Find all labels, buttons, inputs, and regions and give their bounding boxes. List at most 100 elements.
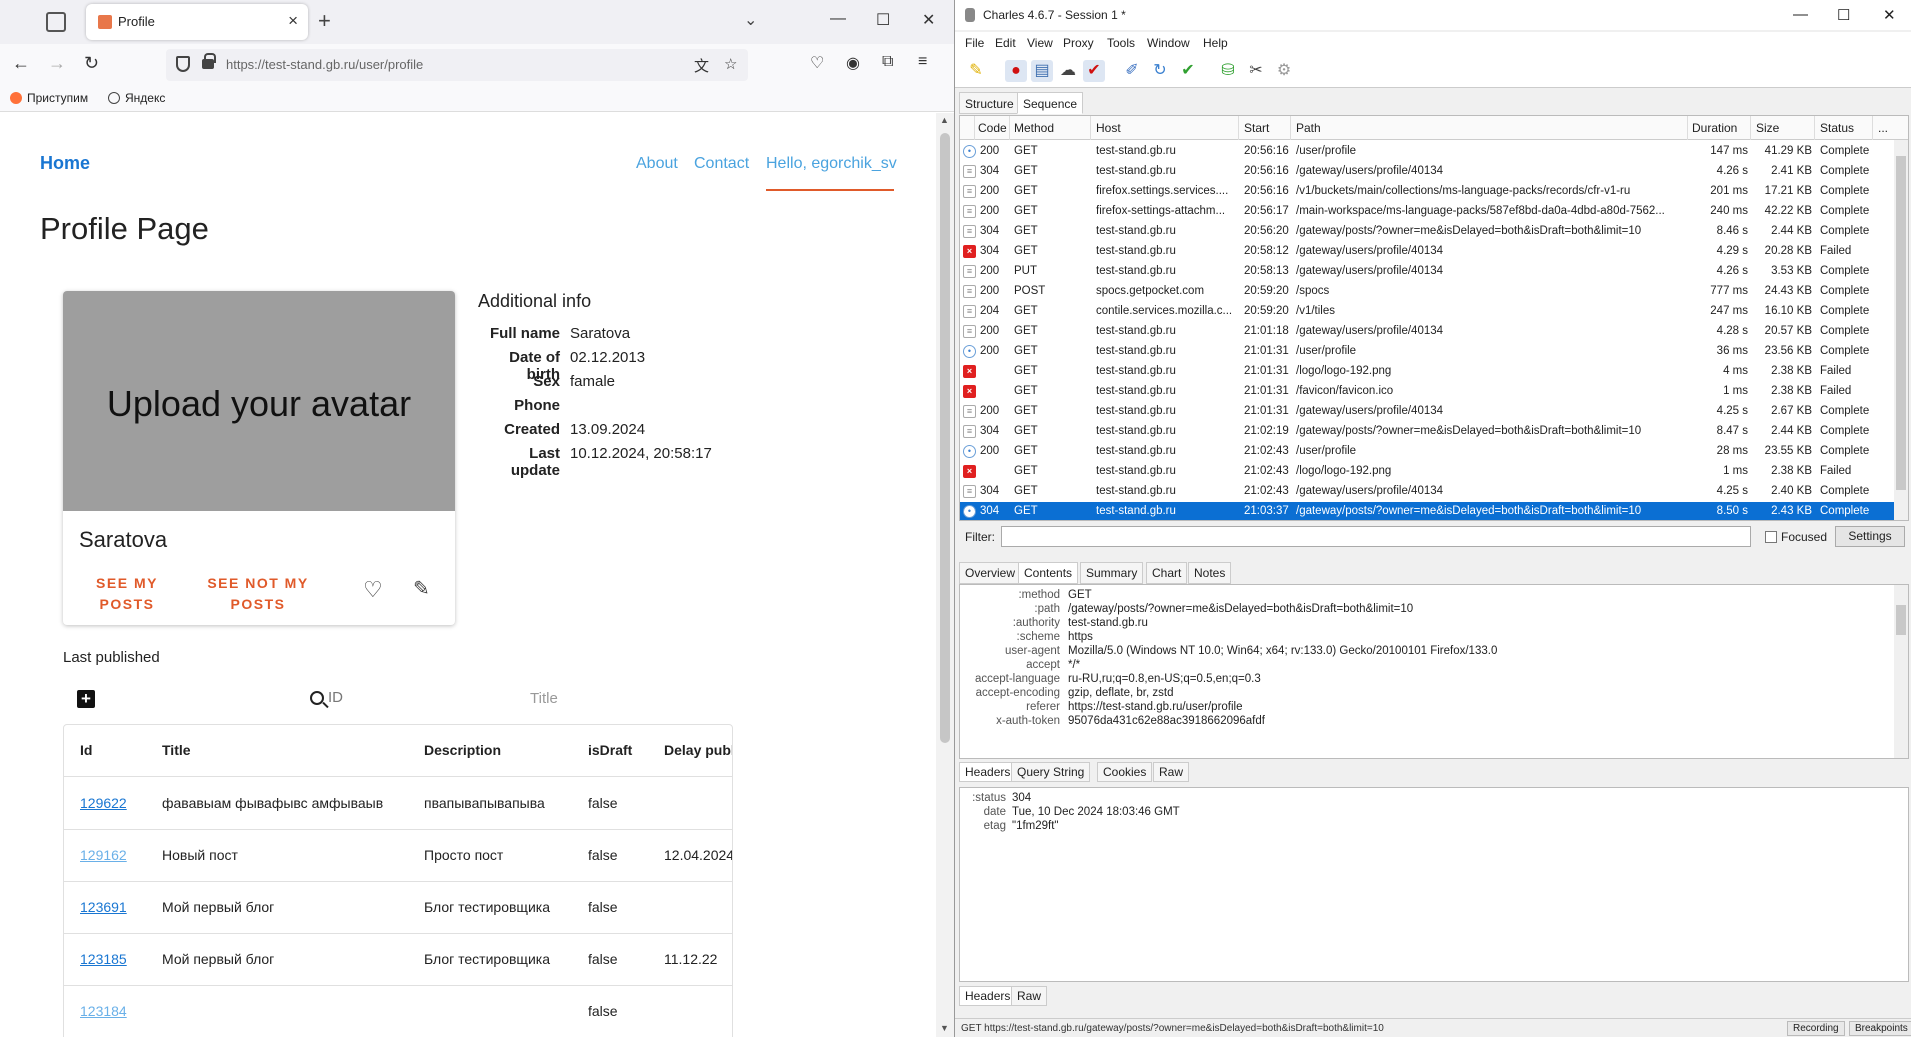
url-bar[interactable]: https://test-stand.gb.ru/user/profile 文 … [166,49,748,81]
menu-proxy[interactable]: Proxy [1063,36,1094,50]
lock-icon[interactable] [202,53,216,69]
close-tab-icon[interactable]: × [288,11,298,31]
breakpoints-button[interactable]: Breakpoints [1849,1021,1911,1036]
tab-profile[interactable]: Profile × [86,4,308,40]
request-row[interactable]: • 200 GET test-stand.gb.ru 20:56:16/user/pro… [960,142,1895,162]
tab-sequence[interactable]: Sequence [1017,92,1084,114]
bookmark-star-icon[interactable]: ☆ [724,55,737,73]
user-menu-link[interactable]: Hello, egorchik_sv [766,155,897,173]
see-not-my-posts-button[interactable]: SEE NOT MY POSTS [203,573,313,615]
request-row[interactable]: × GET test-stand.gb.ru 21:01:31/favicon/fav… [960,382,1895,402]
extensions-icon[interactable]: ⧉ [882,53,893,71]
broom-icon[interactable]: ✎ [965,60,987,82]
column-header[interactable]: Host [1096,121,1121,135]
home-link[interactable]: Home [40,153,90,174]
table-row[interactable]: 123184 false [64,986,732,1037]
column-header[interactable]: Start [1244,121,1269,135]
recording-button[interactable]: Recording [1787,1021,1845,1036]
avatar-upload[interactable]: Upload your avatar [63,291,455,511]
table-row[interactable]: 129162 Новый пост Просто пост false 12.0… [64,830,732,882]
column-header[interactable]: Id [80,742,92,758]
maximize-icon[interactable]: ☐ [1837,6,1850,24]
basket-icon[interactable]: ⛁ [1217,60,1239,82]
see-my-posts-button[interactable]: SEE MY POSTS [87,573,167,615]
post-id-link[interactable]: 123691 [80,899,127,915]
tab-notes[interactable]: Notes [1188,562,1232,584]
request-row[interactable]: ≡ 200 POST spocs.getpocket.com 20:59:20/spoc… [960,282,1895,302]
scrollbar-thumb[interactable] [1896,605,1906,635]
minimize-icon[interactable]: — [830,10,846,28]
table-row[interactable]: 129622 фававыам фывафывс амфываыв пвапыв… [64,778,732,830]
tab-overview[interactable]: Overview [959,562,1022,584]
record-icon[interactable]: ● [1005,60,1027,82]
chevron-down-icon[interactable]: ⌄ [744,10,757,30]
request-row[interactable]: • 200 GET test-stand.gb.ru 21:02:43/user/pro… [960,442,1895,462]
search-title-input[interactable]: Title [530,690,558,707]
request-row[interactable]: • 200 GET test-stand.gb.ru 21:01:31/user/pro… [960,342,1895,362]
menu-icon[interactable]: ≡ [918,53,927,71]
tab-raw[interactable]: Raw [1153,762,1190,782]
request-row[interactable]: ≡ 304 GET test-stand.gb.ru 20:56:20/gateway/… [960,222,1895,242]
tab-summary[interactable]: Summary [1080,562,1144,584]
forward-icon[interactable]: → [48,53,66,74]
column-header[interactable]: Title [162,742,191,758]
column-header[interactable]: Status [1820,121,1854,135]
filter-input[interactable] [1001,526,1751,547]
bookmark-item[interactable]: Яндекс [108,91,165,105]
tools-icon[interactable]: ✂ [1245,60,1267,82]
column-header[interactable]: Description [424,742,501,758]
column-header[interactable]: Method [1014,121,1054,135]
repeat-icon[interactable]: ↻ [1149,60,1171,82]
sequence-scrollbar[interactable] [1894,140,1908,520]
menu-help[interactable]: Help [1203,36,1228,50]
compose-icon[interactable]: ✐ [1121,60,1143,82]
request-row[interactable]: × 304 GET test-stand.gb.ru 20:58:12/gateway/… [960,242,1895,262]
reload-icon[interactable]: ↻ [84,53,99,74]
request-row[interactable]: ≡ 200 GET test-stand.gb.ru 21:01:31/gateway/… [960,402,1895,422]
back-icon[interactable]: ← [12,53,30,74]
edit-icon[interactable]: ✎ [413,576,430,601]
tab-list-icon[interactable] [46,12,66,32]
url-text[interactable]: https://test-stand.gb.ru/user/profile [226,57,423,72]
scrollbar-thumb[interactable] [1896,156,1906,490]
request-row[interactable]: ≡ 200 GET firefox.settings.services.... 20:5… [960,182,1895,202]
post-id-link[interactable]: 123184 [80,1003,127,1019]
translate-icon[interactable]: 文 [694,55,709,76]
search-id-input[interactable]: ID [310,689,343,706]
tab-request-headers[interactable]: Headers [959,762,1017,782]
tab-structure[interactable]: Structure [959,92,1020,114]
column-header[interactable]: Code [978,121,1007,135]
table-row[interactable]: 123185 Мой первый блог Блог тестировщика… [64,934,732,986]
column-header[interactable]: ... [1878,121,1888,135]
focused-checkbox[interactable] [1765,531,1777,543]
throttle-icon[interactable]: ▤ [1031,60,1053,82]
tab-cookies[interactable]: Cookies [1097,762,1153,782]
scroll-up-icon[interactable]: ▲ [940,115,949,125]
column-header[interactable]: Delay publi [664,742,732,758]
new-tab-icon[interactable]: + [318,8,331,34]
request-row[interactable]: × GET test-stand.gb.ru 21:01:31/logo/logo-1… [960,362,1895,382]
request-row[interactable]: ≡ 204 GET contile.services.mozilla.c... 20:5… [960,302,1895,322]
page-scrollbar[interactable]: ▲ ▼ [936,113,954,1037]
close-icon[interactable]: ✕ [1883,6,1896,24]
request-row[interactable]: ≡ 200 GET firefox-settings-attachm... 20:56:… [960,202,1895,222]
menu-file[interactable]: File [965,36,984,50]
about-link[interactable]: About [636,155,678,173]
turtle-icon[interactable]: ☁ [1057,60,1079,82]
close-icon[interactable]: ✕ [922,10,935,30]
post-id-link[interactable]: 129162 [80,847,127,863]
scroll-down-icon[interactable]: ▼ [940,1023,949,1033]
tab-chart[interactable]: Chart [1146,562,1188,584]
column-header[interactable]: Size [1756,121,1779,135]
request-row[interactable]: ≡ 304 GET test-stand.gb.ru 21:02:43/gateway/… [960,482,1895,502]
scrollbar-thumb[interactable] [940,133,950,743]
request-row[interactable]: • 304 GET test-stand.gb.ru 21:03:37/gateway/… [960,502,1895,520]
settings-button[interactable]: Settings [1835,526,1905,547]
tab-response-headers[interactable]: Headers [959,986,1017,1006]
tab-response-raw[interactable]: Raw [1011,986,1048,1006]
menu-edit[interactable]: Edit [995,36,1016,50]
menu-tools[interactable]: Tools [1107,36,1135,50]
maximize-icon[interactable]: ☐ [876,10,890,30]
tab-query-string[interactable]: Query String [1011,762,1091,782]
column-header[interactable]: Path [1296,121,1321,135]
